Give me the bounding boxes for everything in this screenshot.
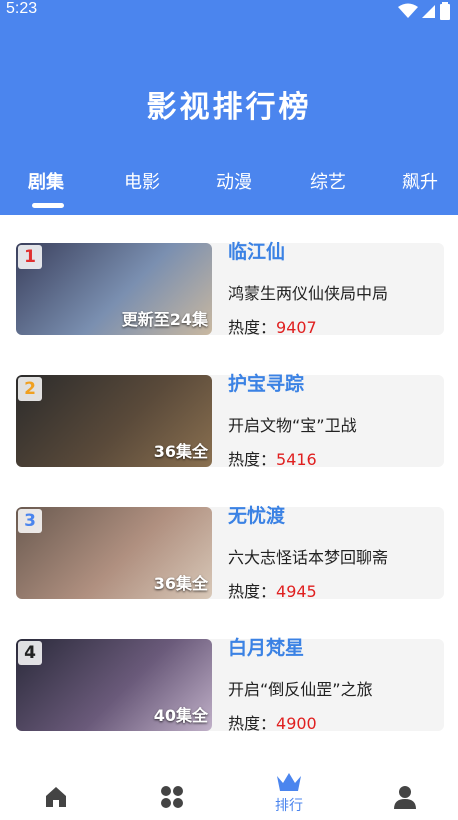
rank-badge: 1	[18, 245, 42, 269]
category-tabs: 剧集 电影 动漫 综艺 飙升	[0, 168, 458, 208]
episode-count: 36集全	[153, 442, 208, 461]
status-time: 5:23	[6, 0, 38, 17]
heat-label: 热度：	[228, 450, 277, 469]
show-description: 六大志怪话本梦回聊斋	[228, 548, 389, 567]
tab-variety[interactable]: 综艺	[310, 168, 346, 194]
heat-row: 热度：4900	[228, 710, 317, 734]
nav-ranking[interactable]: 排行	[259, 771, 319, 815]
heat-row: 热度：5416	[228, 446, 317, 470]
show-title: 白月梵星	[228, 637, 305, 659]
tab-drama[interactable]: 剧集	[28, 168, 64, 194]
tab-active-indicator	[32, 203, 64, 208]
bottom-nav: 排行	[0, 765, 458, 820]
list-item[interactable]: 2 36集全 护宝寻踪 开启文物“宝”卫战 热度：5416	[16, 373, 444, 470]
show-title: 无忧渡	[228, 505, 286, 527]
user-icon	[394, 786, 416, 809]
episode-count: 更新至24集	[121, 310, 208, 329]
rank-badge: 2	[18, 377, 42, 401]
home-icon	[46, 787, 66, 807]
tab-anime[interactable]: 动漫	[216, 168, 252, 194]
header: 5:23 影视排行榜 剧集 电影 动漫 综艺 飙升	[0, 0, 458, 215]
heat-value: 9407	[276, 318, 317, 337]
nav-profile[interactable]	[375, 785, 435, 813]
rank-badge: 3	[18, 509, 42, 533]
episode-count: 36集全	[153, 574, 208, 593]
show-title: 护宝寻踪	[228, 373, 305, 395]
wifi-icon	[398, 3, 418, 18]
heat-label: 热度：	[228, 582, 277, 601]
heat-row: 热度：9407	[228, 314, 317, 338]
nav-category[interactable]	[142, 785, 202, 813]
heat-value: 5416	[276, 450, 317, 469]
list-item[interactable]: 1 更新至24集 临江仙 鸿蒙生两仪仙侠局中局 热度：9407	[16, 241, 444, 338]
grid-icon	[161, 786, 183, 808]
tab-rising[interactable]: 飙升	[402, 168, 438, 194]
tab-movie[interactable]: 电影	[124, 168, 160, 194]
nav-ranking-label: 排行	[275, 798, 303, 814]
crown-icon	[277, 773, 301, 791]
show-description: 开启“倒反仙罡”之旅	[228, 680, 373, 699]
rank-badge: 4	[18, 641, 42, 665]
heat-label: 热度：	[228, 714, 277, 733]
show-description: 开启文物“宝”卫战	[228, 416, 357, 435]
list-item[interactable]: 4 40集全 白月梵星 开启“倒反仙罡”之旅 热度：4900	[16, 637, 444, 734]
heat-value: 4900	[276, 714, 317, 733]
heat-row: 热度：4945	[228, 578, 317, 602]
signal-icon	[422, 5, 435, 18]
episode-count: 40集全	[153, 706, 208, 725]
show-description: 鸿蒙生两仪仙侠局中局	[228, 284, 389, 303]
heat-value: 4945	[276, 582, 317, 601]
page-title: 影视排行榜	[146, 90, 312, 125]
status-icons	[398, 2, 450, 20]
list-item[interactable]: 3 36集全 无忧渡 六大志怪话本梦回聊斋 热度：4945	[16, 505, 444, 602]
battery-icon	[440, 2, 450, 20]
heat-label: 热度：	[228, 318, 277, 337]
nav-home[interactable]	[26, 785, 86, 813]
show-title: 临江仙	[228, 241, 286, 263]
